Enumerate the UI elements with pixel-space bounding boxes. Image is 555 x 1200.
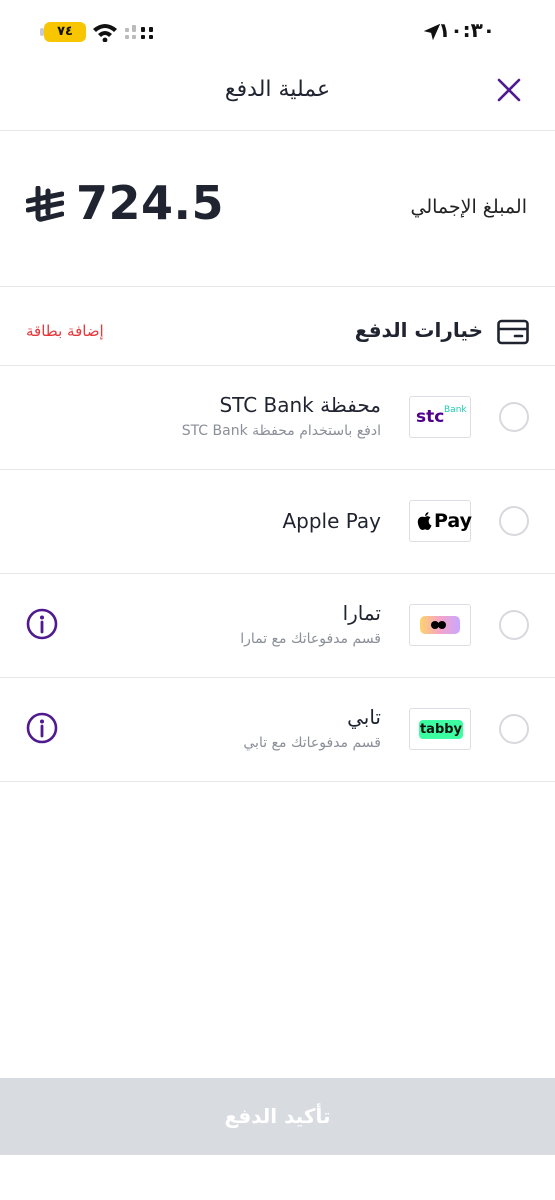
option-name: Apple Pay — [282, 509, 381, 533]
radio-button[interactable] — [499, 714, 529, 744]
option-name: تابي — [347, 705, 381, 729]
tamara-logo-dot — [438, 621, 446, 629]
tabby-logo: tabby — [409, 708, 471, 750]
option-name: محفظة STC Bank — [219, 393, 381, 417]
total-amount-label: المبلغ الإجمالي — [410, 196, 528, 218]
location-arrow-icon — [423, 23, 441, 41]
confirm-payment-label: تأكيد الدفع — [224, 1104, 331, 1128]
tamara-logo — [409, 604, 471, 646]
payment-option-stc-bank[interactable]: stc Bank محفظة STC Bank ادفع باستخدام مح… — [0, 366, 555, 470]
stc-logo-text: stc — [416, 407, 445, 427]
credit-card-icon — [497, 319, 529, 345]
info-icon[interactable] — [26, 712, 58, 744]
payment-option-tamara[interactable]: تمارا قسم مدفوعاتك مع تمارا — [0, 574, 555, 678]
radio-button[interactable] — [499, 610, 529, 640]
payment-option-apple-pay[interactable]: Pay Apple Pay — [0, 470, 555, 574]
apple-icon — [417, 512, 432, 530]
option-subtitle: ادفع باستخدام محفظة STC Bank — [181, 423, 381, 439]
info-icon[interactable] — [26, 608, 58, 640]
status-time: ١٠:٣٠ — [438, 18, 495, 42]
add-card-link[interactable]: إضافة بطاقة — [26, 322, 104, 340]
option-name: تمارا — [342, 601, 381, 625]
confirm-payment-button[interactable]: تأكيد الدفع — [0, 1078, 555, 1155]
apple-pay-logo: Pay — [409, 500, 473, 542]
close-icon[interactable] — [495, 76, 523, 104]
stc-bank-logo: stc Bank — [409, 396, 471, 438]
battery-level: ٧٤ — [57, 24, 73, 39]
payment-option-tabby[interactable]: tabby تابي قسم مدفوعاتك مع تابي — [0, 678, 555, 782]
wifi-icon — [93, 24, 117, 42]
divider — [0, 286, 555, 287]
option-subtitle: قسم مدفوعاتك مع تمارا — [240, 631, 381, 647]
tabby-logo-text: tabby — [419, 720, 463, 739]
option-subtitle: قسم مدفوعاتك مع تابي — [243, 735, 381, 751]
status-bar: ١٠:٣٠ ٧٤ — [0, 0, 555, 62]
apple-pay-logo-text: Pay — [434, 510, 473, 532]
bank-logo-text: Bank — [444, 405, 467, 415]
app-header: عملية الدفع — [0, 62, 555, 131]
radio-button[interactable] — [499, 402, 529, 432]
riyal-currency-icon — [26, 186, 64, 222]
bottom-safe-area — [0, 1155, 555, 1200]
radio-button[interactable] — [499, 506, 529, 536]
payment-options-title: خيارات الدفع — [354, 318, 483, 342]
total-amount-value: 724.5 — [76, 176, 225, 230]
page-title: عملية الدفع — [224, 77, 331, 102]
signal-icon — [125, 25, 153, 39]
